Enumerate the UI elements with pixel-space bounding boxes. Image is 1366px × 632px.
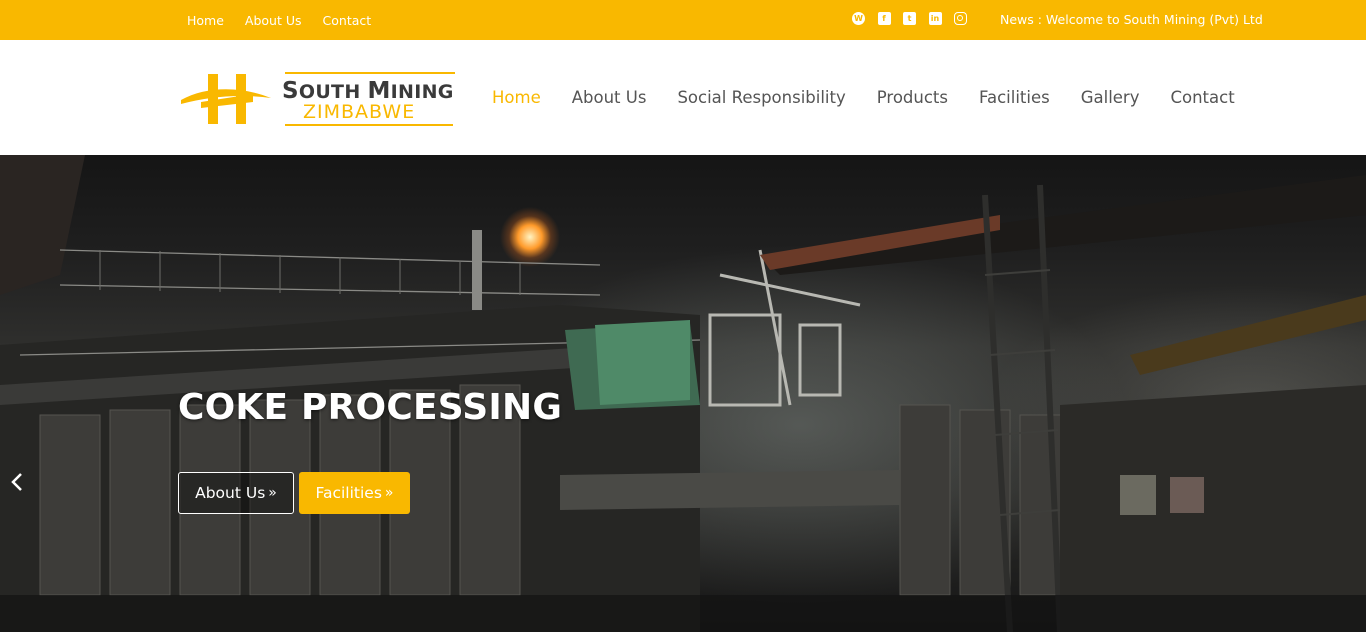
logo-letter: S [282, 78, 299, 104]
logo[interactable]: SOUTH MINING ZIMBABWE [181, 72, 461, 130]
logo-letters: INING [390, 81, 454, 103]
hero-facilities-button[interactable]: Facilities » [299, 472, 410, 514]
logo-rule-bottom [285, 124, 453, 126]
logo-letters: OUTH [298, 81, 368, 103]
nav-item-home[interactable]: Home [492, 88, 541, 107]
nav-item-facilities[interactable]: Facilities [979, 88, 1050, 107]
double-chevron-right-icon: » [384, 485, 394, 501]
twitter-icon[interactable]: t [903, 12, 916, 25]
nav-item-gallery[interactable]: Gallery [1081, 88, 1140, 107]
chevron-left-icon [11, 473, 22, 491]
hero-facilities-label: Facilities [315, 484, 382, 502]
logo-rule-top [285, 72, 455, 74]
main-nav: Home About Us Social Responsibility Prod… [492, 40, 1235, 155]
nav-item-products[interactable]: Products [877, 88, 948, 107]
facebook-icon[interactable]: f [877, 12, 891, 25]
hero-title: COKE PROCESSING [178, 387, 563, 428]
instagram-icon[interactable] [954, 12, 967, 25]
logo-mark-icon [181, 74, 271, 124]
wordpress-icon[interactable]: W [852, 12, 865, 25]
hero-about-us-button[interactable]: About Us » [178, 472, 294, 514]
nav-item-social-responsibility[interactable]: Social Responsibility [677, 88, 845, 107]
logo-subtitle: ZIMBABWE [303, 101, 416, 123]
hero-about-us-label: About Us [195, 484, 266, 502]
top-bar: Home About Us Contact W f t in News : We… [0, 0, 1366, 40]
slider-prev-button[interactable] [9, 470, 25, 494]
hero-slider: COKE PROCESSING About Us » Facilities » [0, 155, 1366, 632]
nav-item-contact[interactable]: Contact [1170, 88, 1234, 107]
nav-item-about-us[interactable]: About Us [572, 88, 647, 107]
top-link-about-us[interactable]: About Us [245, 13, 302, 28]
header: SOUTH MINING ZIMBABWE Home About Us Soci… [0, 40, 1366, 155]
top-links: Home About Us Contact [187, 0, 392, 40]
linkedin-icon[interactable]: in [928, 12, 942, 25]
top-link-contact[interactable]: Contact [323, 13, 372, 28]
top-link-home[interactable]: Home [187, 13, 224, 28]
double-chevron-right-icon: » [268, 485, 277, 501]
social-icons: W f t in [852, 12, 980, 25]
news-ticker: News : Welcome to South Mining (Pvt) Ltd [1000, 12, 1263, 27]
